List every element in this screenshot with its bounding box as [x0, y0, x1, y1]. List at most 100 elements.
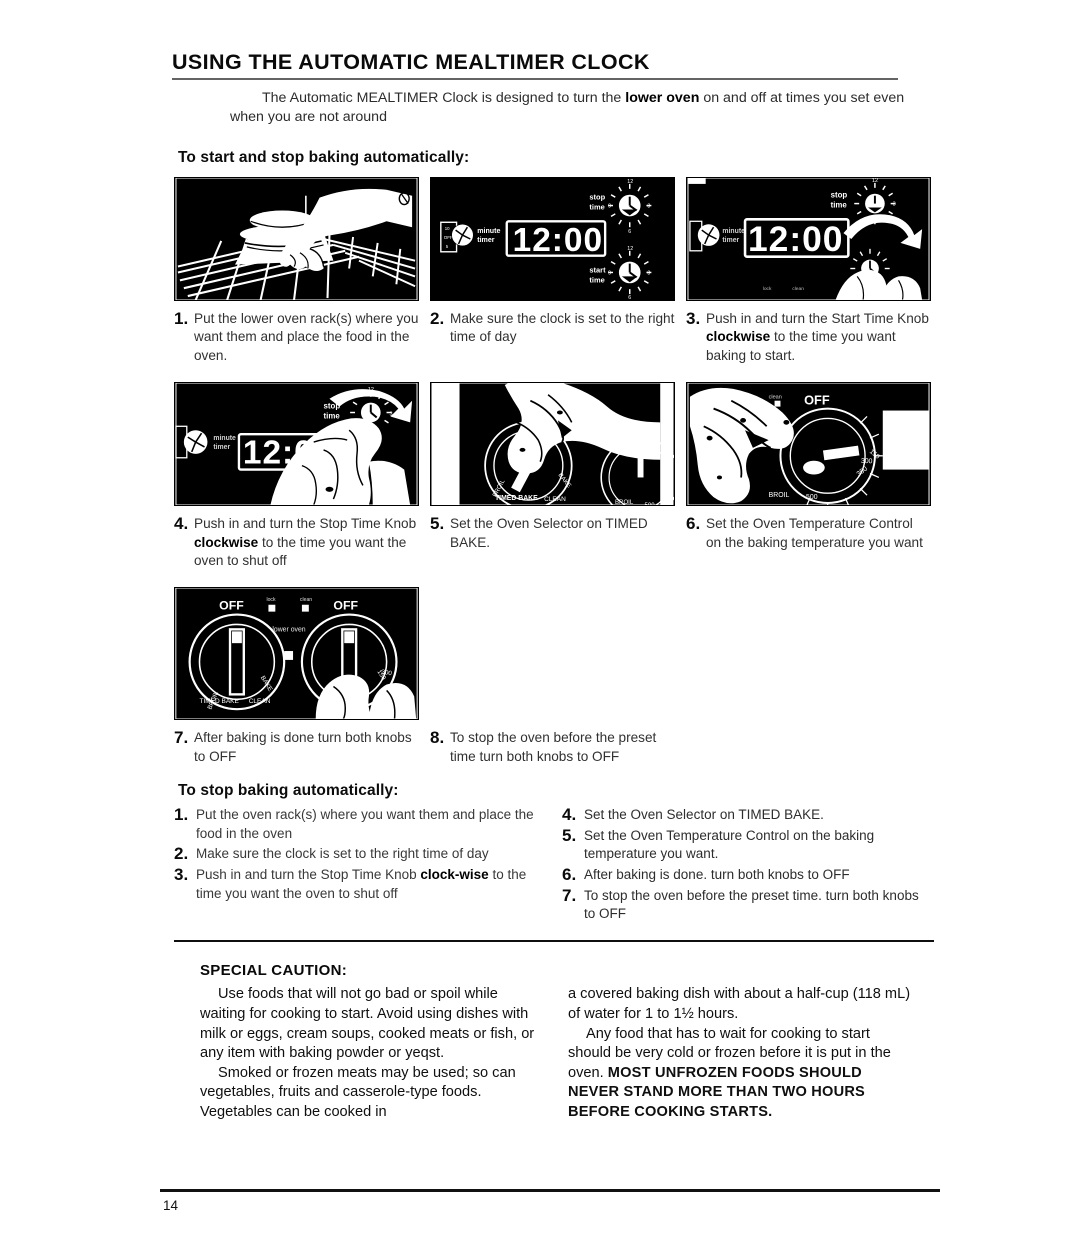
svg-text:BROIL: BROIL	[615, 499, 634, 505]
step-4-bold: clockwise	[194, 534, 259, 550]
caution-right-paragraph-2-caps: MOST UNFROZEN FOODS SHOULD NEVER STAND M…	[568, 1064, 865, 1120]
svg-text:12:00: 12:00	[513, 222, 603, 259]
svg-text:500: 500	[806, 494, 818, 501]
step-7-number: 7.	[174, 728, 189, 748]
svg-text:OFF: OFF	[219, 599, 244, 613]
stop-item-7-number: 7.	[562, 885, 577, 905]
special-caution-heading: SPECIAL CAUTION:	[200, 962, 348, 980]
svg-text:clean: clean	[300, 597, 312, 603]
page-title: USING THE AUTOMATIC MEALTIMER CLOCK	[172, 50, 650, 74]
svg-text:clean: clean	[769, 395, 782, 401]
step-row-3-spacer	[686, 729, 931, 766]
step-1-number: 1.	[174, 309, 189, 328]
svg-text:OFF: OFF	[333, 599, 358, 613]
svg-text:3: 3	[893, 202, 896, 208]
svg-text:3: 3	[647, 270, 650, 276]
step-4-number: 4.	[174, 514, 189, 534]
step-3: 3. Push in and turn the Start Time Knob …	[686, 309, 931, 365]
caution-left-paragraph-2-text: Smoked or frozen meats may be used; so c…	[200, 1064, 516, 1120]
stop-item-2-text: Make sure the clock is set to the right …	[196, 846, 489, 862]
oven-selector-timed-bake-illustration: BROIL BAKE TIMED BAKE CLEAN BROIL 500	[430, 382, 675, 507]
svg-text:12: 12	[627, 246, 633, 252]
section-heading-stop: To stop baking automatically:	[178, 782, 399, 800]
caution-left-column: Use foods that will not go bad or spoil …	[200, 985, 546, 1122]
svg-text:300: 300	[861, 458, 873, 465]
step-8: 8. To stop the oven before the preset ti…	[430, 729, 675, 766]
svg-text:start: start	[589, 265, 606, 274]
step-6-number: 6.	[686, 514, 701, 534]
stop-item-7: 7. To stop the oven before the preset ti…	[562, 885, 932, 924]
step-6-text: Set the Oven Temperature Control on the …	[706, 516, 923, 550]
svg-text:12:00: 12:00	[748, 219, 843, 259]
svg-text:stop: stop	[589, 193, 605, 202]
step-2: 2. Make sure the clock is set to the rig…	[430, 309, 675, 365]
svg-text:time: time	[589, 202, 604, 211]
caution-left-paragraph-1-text: Use foods that will not go bad or spoil …	[200, 986, 535, 1062]
intro-bold-lower-oven: lower oven	[625, 90, 700, 106]
stop-item-3: 3. Push in and turn the Stop Time Knob c…	[174, 865, 544, 903]
stop-item-4-number: 4.	[562, 805, 577, 825]
svg-text:TIMED BAKE: TIMED BAKE	[199, 699, 239, 706]
special-caution-columns: Use foods that will not go bad or spoil …	[200, 985, 932, 1122]
stop-baking-left-column: 1. Put the oven rack(s) where you want t…	[174, 806, 544, 926]
stop-item-5: 5. Set the Oven Temperature Control on t…	[562, 825, 932, 864]
stop-item-1-text: Put the oven rack(s) where you want them…	[196, 807, 534, 841]
step-row-1: 1. Put the lower oven rack(s) where you …	[174, 309, 932, 365]
step-4: 4. Push in and turn the Stop Time Knob c…	[174, 514, 419, 570]
svg-text:timer: timer	[722, 237, 739, 244]
step-6: 6. Set the Oven Temperature Control on t…	[686, 514, 931, 570]
page-content: USING THE AUTOMATIC MEALTIMER CLOCK The …	[172, 50, 934, 1122]
caution-top-rule	[174, 939, 934, 943]
figure-row-1: 10 OFF 5 minute timer 12:00 stop time 12…	[174, 177, 932, 301]
step-3-number: 3.	[686, 309, 701, 328]
caution-right-paragraph-1: a covered baking dish with about a half-…	[568, 986, 911, 1022]
step-7-text: After baking is done turn both knobs to …	[194, 730, 412, 764]
svg-text:9: 9	[608, 204, 611, 210]
svg-text:lock: lock	[266, 597, 276, 603]
step-3-bold: clockwise	[706, 329, 771, 345]
svg-text:TIMED BAKE: TIMED BAKE	[495, 495, 538, 502]
step-3-text-a: Push in and turn the Start Time Knob	[706, 311, 929, 326]
clock-panel-illustration: 10 OFF 5 minute timer 12:00 stop time 12…	[430, 177, 675, 301]
both-knobs-off-illustration: OFF OFF lock clean lower oven BROIL BAKE…	[174, 587, 419, 721]
intro-text-before: The Automatic MEALTIMER Clock is designe…	[262, 90, 626, 106]
svg-text:time: time	[589, 275, 604, 284]
stop-item-3-bold: clock-wise	[420, 867, 489, 883]
step-5-text: Set the Oven Selector on TIMED BAKE.	[450, 516, 648, 550]
stop-item-2-number: 2.	[174, 844, 189, 864]
svg-text:OFF: OFF	[804, 393, 830, 408]
svg-text:timer: timer	[213, 444, 230, 451]
step-4-text: Push in and turn the Stop Time Knob cloc…	[194, 515, 419, 570]
step-8-text: To stop the oven before the preset time …	[450, 730, 657, 764]
stop-item-3-number: 3.	[174, 865, 189, 885]
svg-text:3: 3	[647, 204, 650, 210]
svg-text:timer: timer	[477, 236, 495, 244]
svg-text:6: 6	[628, 229, 631, 235]
page-number: 14	[163, 1198, 179, 1213]
section-heading-start-stop: To start and stop baking automatically:	[178, 149, 470, 166]
step-1-text: Put the lower oven rack(s) where you wan…	[194, 311, 419, 363]
caution-right-column: a covered baking dish with about a half-…	[568, 985, 914, 1122]
intro-paragraph: The Automatic MEALTIMER Clock is designe…	[230, 89, 920, 127]
step-row-2: 4. Push in and turn the Stop Time Knob c…	[174, 514, 932, 570]
svg-text:CLEAN: CLEAN	[544, 496, 566, 503]
stop-item-2: 2. Make sure the clock is set to the rig…	[174, 845, 544, 864]
stop-item-3-text: Push in and turn the Stop Time Knob cloc…	[196, 866, 544, 903]
figure-row-2: minute timer 12:0 stop time 12	[174, 382, 932, 507]
stop-item-5-number: 5.	[562, 825, 577, 845]
svg-text:12: 12	[627, 179, 633, 185]
start-time-knob-illustration: minute timer 12:00 stop time 12 3 lock c…	[686, 177, 931, 301]
stop-item-1: 1. Put the oven rack(s) where you want t…	[174, 806, 544, 843]
step-1: 1. Put the lower oven rack(s) where you …	[174, 309, 419, 365]
caution-left-paragraph-1: Use foods that will not go bad or spoil …	[200, 985, 546, 1063]
stop-item-3-text-a: Push in and turn the Stop Time Knob	[196, 867, 421, 883]
svg-text:6: 6	[628, 295, 631, 300]
stop-time-knob-illustration: minute timer 12:0 stop time 12	[174, 382, 419, 507]
svg-text:stop: stop	[831, 191, 848, 200]
svg-text:minute: minute	[722, 228, 745, 235]
stop-item-6-number: 6.	[562, 865, 577, 885]
stop-baking-columns: 1. Put the oven rack(s) where you want t…	[174, 806, 932, 926]
document-page: USING THE AUTOMATIC MEALTIMER CLOCK The …	[0, 0, 1080, 1253]
step-row-3: 7. After baking is done turn both knobs …	[174, 729, 932, 766]
svg-text:clean: clean	[792, 286, 804, 292]
